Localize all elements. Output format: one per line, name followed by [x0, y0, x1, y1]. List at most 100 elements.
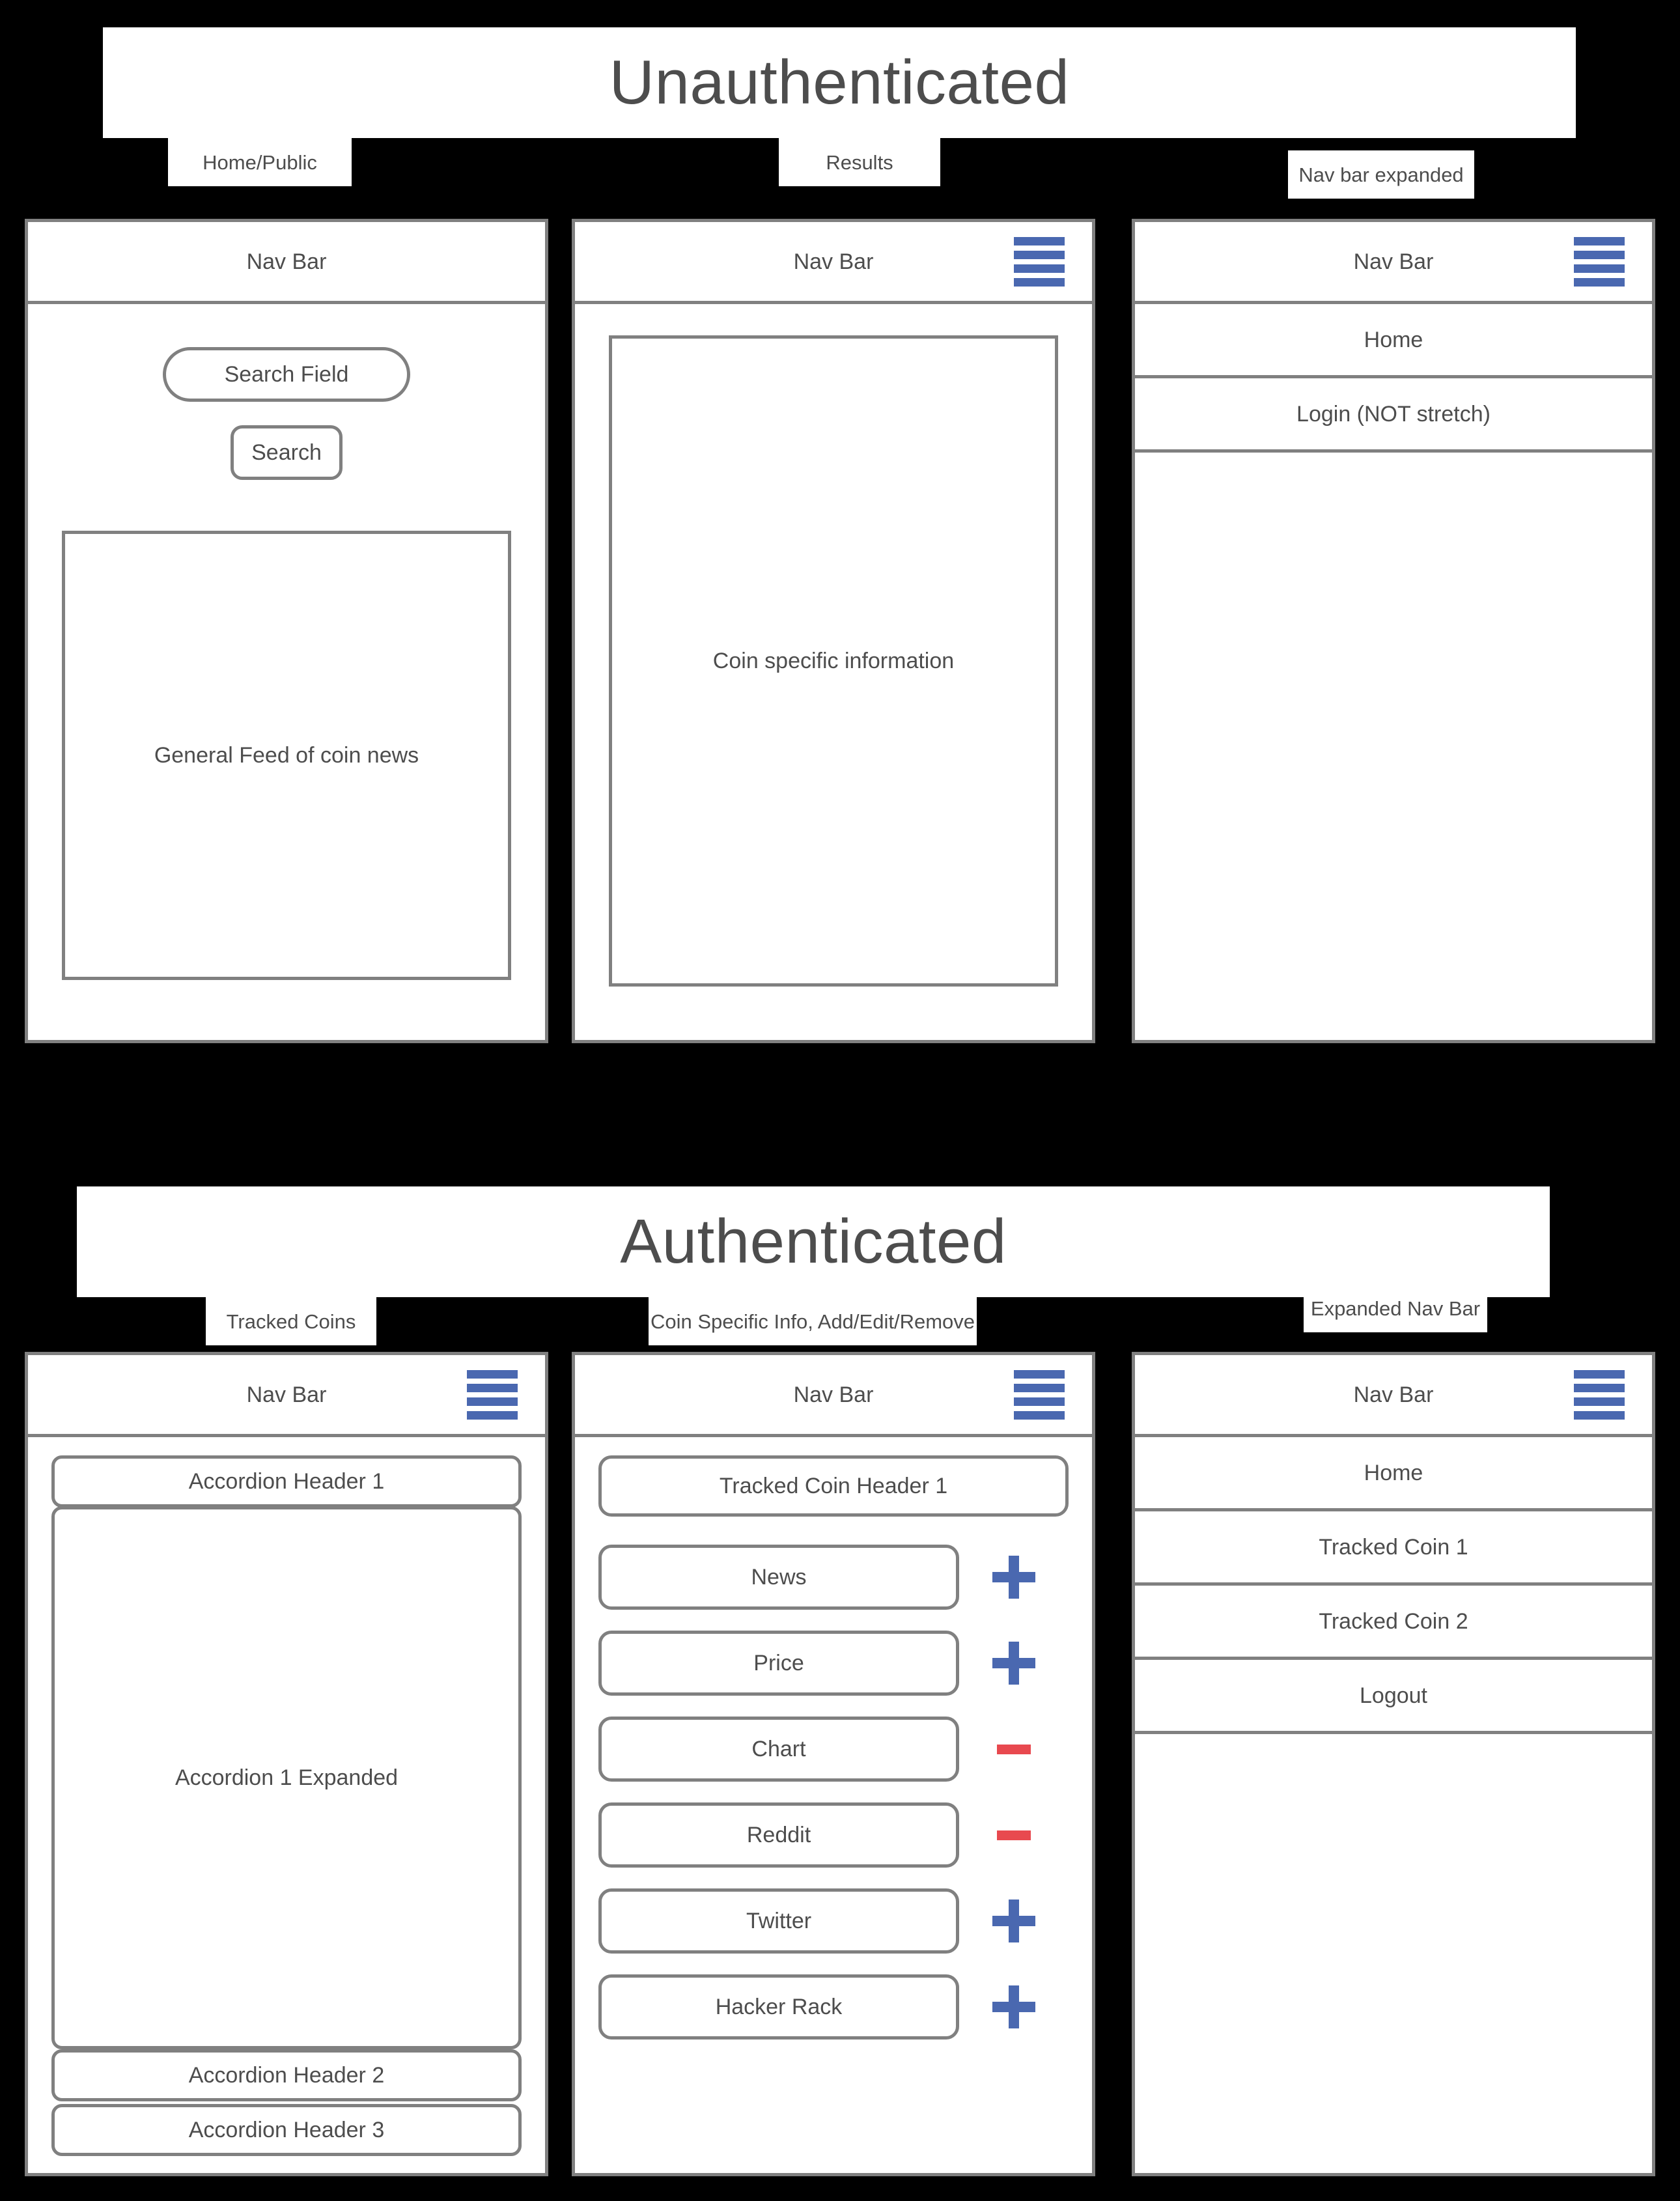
add-section-button-price[interactable] [959, 1642, 1069, 1685]
coin-section-button-chart[interactable]: Chart [598, 1717, 959, 1782]
navbar-results: Nav Bar [575, 222, 1092, 304]
coin-section-button-hacker-rack[interactable]: Hacker Rack [598, 1974, 959, 2040]
hamburger-bar [1574, 250, 1625, 259]
caption-expanded-nav-bar-label: Expanded Nav Bar [1310, 1297, 1481, 1320]
plus-icon [992, 1642, 1035, 1685]
navbar-coin-specific: Nav Bar [575, 1355, 1092, 1437]
hamburger-bar [467, 1383, 518, 1392]
hamburger-bar [467, 1369, 518, 1379]
section-title-authenticated: Authenticated [620, 1207, 1007, 1276]
nav-item-label: Tracked Coin 2 [1319, 1608, 1468, 1634]
accordion-header-3[interactable]: Accordion Header 3 [51, 2104, 522, 2156]
coin-section-label: Hacker Rack [715, 1995, 843, 2019]
remove-section-button-chart[interactable] [959, 1744, 1069, 1754]
nav-item-label: Login (NOT stretch) [1296, 401, 1491, 427]
hamburger-bar [1014, 277, 1065, 287]
hamburger-bar [1014, 1369, 1065, 1379]
hamburger-bar [1014, 1410, 1065, 1420]
hamburger-bar [1014, 236, 1065, 245]
caption-home-public: Home/Public [168, 138, 352, 186]
coin-information-label: Coin specific information [712, 649, 955, 673]
panel-body-coin-specific: Tracked Coin Header 1 News Price Chart R… [575, 1437, 1092, 2173]
coin-section-button-reddit[interactable]: Reddit [598, 1802, 959, 1868]
coin-section-button-twitter[interactable]: Twitter [598, 1888, 959, 1954]
tracked-coin-header[interactable]: Tracked Coin Header 1 [598, 1455, 1069, 1517]
accordion-bottom-spacer [51, 2156, 522, 2173]
caption-coin-specific-info-label: Coin Specific Info, Add/Edit/Remove [651, 1310, 975, 1333]
add-section-button-twitter[interactable] [959, 1900, 1069, 1942]
caption-tracked-coins: Tracked Coins [206, 1297, 376, 1345]
nav-item-tracked-coin-1[interactable]: Tracked Coin 1 [1135, 1511, 1652, 1586]
coin-row-chart: Chart [598, 1712, 1069, 1786]
coin-row-hacker-rack: Hacker Rack [598, 1970, 1069, 2044]
navbar-title: Nav Bar [793, 1382, 874, 1407]
search-button[interactable]: Search [231, 425, 343, 480]
navbar-nav-expanded: Nav Bar [1135, 222, 1652, 304]
nav-item-login[interactable]: Login (NOT stretch) [1135, 378, 1652, 453]
hamburger-bar [1014, 250, 1065, 259]
hamburger-bar [1014, 1397, 1065, 1406]
accordion-header-1-label: Accordion Header 1 [188, 1469, 385, 1494]
caption-nav-bar-expanded-label: Nav bar expanded [1298, 163, 1464, 186]
coin-section-button-news[interactable]: News [598, 1545, 959, 1610]
remove-section-button-reddit[interactable] [959, 1830, 1069, 1840]
nav-item-label: Home [1364, 1460, 1423, 1485]
coin-row-twitter: Twitter [598, 1884, 1069, 1958]
navbar-title: Nav Bar [1353, 1382, 1434, 1407]
search-button-label: Search [251, 440, 322, 465]
nav-list-empty-area [1135, 453, 1652, 1040]
hamburger-bar [1574, 277, 1625, 287]
nav-item-label: Tracked Coin 1 [1319, 1534, 1468, 1560]
nav-item-label: Home [1364, 327, 1423, 352]
minus-icon [997, 1830, 1031, 1840]
coin-section-label: Chart [751, 1737, 806, 1761]
coin-section-label: News [751, 1565, 807, 1590]
hamburger-menu-icon[interactable] [1014, 236, 1065, 287]
wireframe-canvas: Unauthenticated Home/Public Results Nav … [0, 0, 1680, 2201]
hamburger-menu-icon[interactable] [1574, 1369, 1625, 1420]
accordion-panel-1-expanded: Accordion 1 Expanded [51, 1506, 522, 2049]
caption-home-public-label: Home/Public [203, 150, 317, 174]
panel-body-nav-expanded: Home Login (NOT stretch) [1135, 304, 1652, 1040]
nav-item-home[interactable]: Home [1135, 304, 1652, 378]
add-section-button-news[interactable] [959, 1556, 1069, 1599]
hamburger-menu-icon[interactable] [467, 1369, 518, 1420]
hamburger-bar [1574, 1410, 1625, 1420]
hamburger-menu-icon[interactable] [1014, 1369, 1065, 1420]
hamburger-bar [1014, 264, 1065, 273]
panel-body-expanded-nav: Home Tracked Coin 1 Tracked Coin 2 Logou… [1135, 1437, 1652, 2173]
navbar-title: Nav Bar [793, 249, 874, 274]
hamburger-bar [1574, 1383, 1625, 1392]
hamburger-bar [1014, 1383, 1065, 1392]
nav-item-tracked-coin-2[interactable]: Tracked Coin 2 [1135, 1586, 1652, 1660]
news-feed-container: General Feed of coin news [62, 531, 511, 980]
hamburger-bar [1574, 264, 1625, 273]
hamburger-menu-icon[interactable] [1574, 236, 1625, 287]
nav-item-home[interactable]: Home [1135, 1437, 1652, 1511]
caption-nav-bar-expanded: Nav bar expanded [1288, 150, 1474, 199]
panel-coin-specific-info: Nav Bar Tracked Coin Header 1 News Price… [572, 1352, 1095, 2176]
plus-icon [992, 1900, 1035, 1942]
panel-body-tracked-coins: Accordion Header 1 Accordion 1 Expanded … [28, 1437, 545, 2173]
add-section-button-hacker-rack[interactable] [959, 1985, 1069, 2028]
caption-coin-specific-info: Coin Specific Info, Add/Edit/Remove [649, 1297, 977, 1345]
panel-tracked-coins: Nav Bar Accordion Header 1 Accordion 1 E… [25, 1352, 548, 2176]
accordion-header-2-label: Accordion Header 2 [188, 2063, 385, 2088]
nav-item-logout[interactable]: Logout [1135, 1660, 1652, 1734]
accordion-header-2[interactable]: Accordion Header 2 [51, 2049, 522, 2101]
search-input[interactable]: Search Field [163, 347, 410, 402]
accordion-header-1[interactable]: Accordion Header 1 [51, 1455, 522, 1507]
panel-nav-bar-expanded: Nav Bar Home Login (NOT stretch) [1132, 219, 1655, 1043]
hamburger-bar [467, 1397, 518, 1406]
hamburger-bar [467, 1410, 518, 1420]
panel-home-public: Nav Bar Search Field Search General Feed… [25, 219, 548, 1043]
navbar-home-public: Nav Bar [28, 222, 545, 304]
coin-section-label: Price [753, 1651, 804, 1675]
hamburger-bar [1574, 236, 1625, 245]
coin-row-reddit: Reddit [598, 1798, 1069, 1872]
news-feed-label: General Feed of coin news [154, 743, 419, 768]
search-input-placeholder: Search Field [224, 362, 349, 387]
coin-section-button-price[interactable]: Price [598, 1631, 959, 1696]
tracked-coin-header-label: Tracked Coin Header 1 [719, 1474, 948, 1498]
navbar-expanded-auth: Nav Bar [1135, 1355, 1652, 1437]
